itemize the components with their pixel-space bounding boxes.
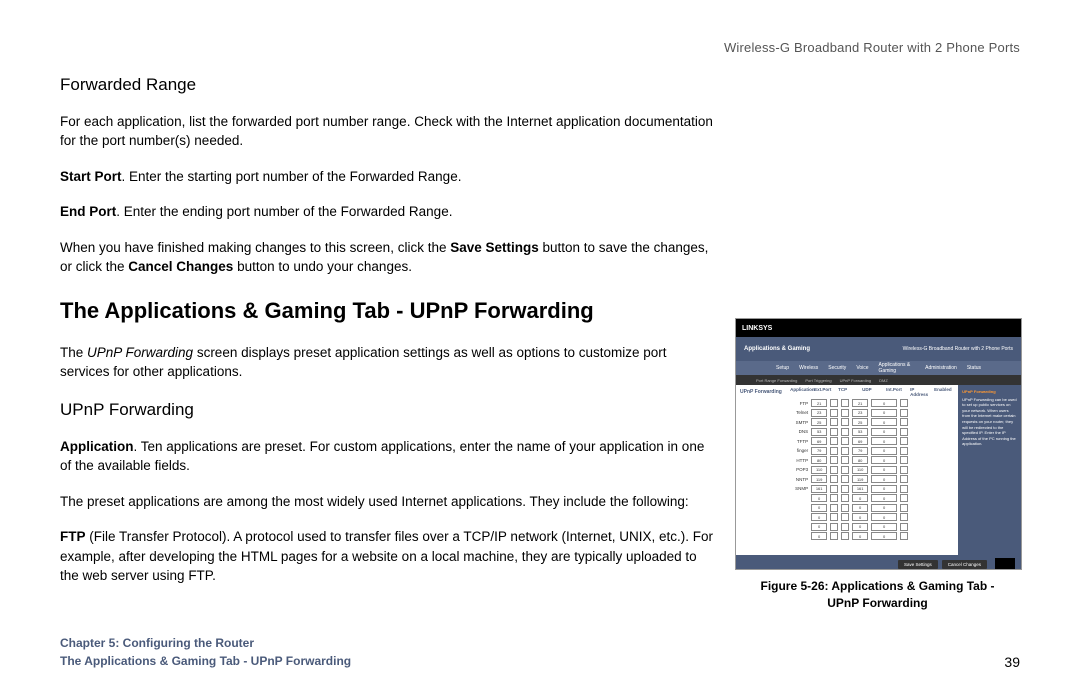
router-brand: LINKSYS [736, 319, 1021, 337]
para-start-port: Start Port. Enter the starting port numb… [60, 167, 715, 187]
para-end-port: End Port. Enter the ending port number o… [60, 202, 715, 222]
router-table-row: FTP21210 [788, 399, 956, 407]
router-leftnav: Applications & Gaming [744, 346, 810, 352]
main-text: Forwarded Range For each application, li… [60, 73, 715, 612]
router-tab: Applications & Gaming [879, 362, 916, 374]
router-tab: Voice [856, 365, 868, 371]
page-number: 39 [1004, 654, 1020, 670]
router-table-row: TFTP69690 [788, 437, 956, 445]
router-subtab: Port Range Forwarding [756, 378, 797, 383]
router-screenshot: LINKSYS Applications & Gaming Wireless-G… [735, 318, 1022, 570]
router-table-row: NNTP1191190 [788, 475, 956, 483]
router-table-row: HTTP80800 [788, 456, 956, 464]
router-table-row: 000 [788, 513, 956, 521]
para-preset: The preset applications are among the mo… [60, 492, 715, 512]
router-tabs: Setup Wireless Security Voice Applications &… [736, 361, 1021, 375]
heading-upnp-forwarding: UPnP Forwarding [60, 398, 715, 423]
figure-caption: Figure 5-26: Applications & Gaming Tab -… [735, 578, 1020, 612]
router-table-row: finger79790 [788, 447, 956, 455]
heading-forwarded-range: Forwarded Range [60, 73, 715, 98]
para-save: When you have finished making changes to… [60, 238, 715, 277]
cisco-logo [995, 558, 1015, 570]
router-subtab: DMZ [879, 378, 888, 383]
router-table-row: 000 [788, 504, 956, 512]
router-table-row: 000 [788, 532, 956, 540]
para-application: Application. Ten applications are preset… [60, 437, 715, 476]
router-tab: Status [967, 365, 981, 371]
para-ftp: FTP (File Transfer Protocol). A protocol… [60, 527, 715, 586]
footer-left: Chapter 5: Configuring the Router The Ap… [60, 634, 351, 670]
footer-section: The Applications & Gaming Tab - UPnP For… [60, 652, 351, 670]
router-product: Wireless-G Broadband Router with 2 Phone… [903, 346, 1013, 352]
router-help-sidebar: UPnP Forwarding UPnP Forwarding can be u… [958, 385, 1021, 555]
router-table-row: Telnet23230 [788, 409, 956, 417]
router-tab: Setup [776, 365, 789, 371]
router-subtabs: Port Range Forwarding Port Triggering UPnP… [736, 375, 1021, 385]
router-panel-label: UPnP Forwarding [736, 385, 786, 555]
heading-upnp-tab: The Applications & Gaming Tab - UPnP For… [60, 295, 715, 327]
router-subtab: Port Triggering [805, 378, 831, 383]
footer-chapter: Chapter 5: Configuring the Router [60, 634, 351, 652]
router-tab: Administration [925, 365, 957, 371]
router-tab: Security [828, 365, 846, 371]
para-forwarded: For each application, list the forwarded… [60, 112, 715, 151]
router-table-row: DNS53530 [788, 428, 956, 436]
router-table: ApplicationExt.PortTCPUDPInt.PortIP Addr… [786, 385, 958, 555]
router-tab: Wireless [799, 365, 818, 371]
router-subtab: UPnP Forwarding [840, 378, 872, 383]
router-table-row: SMTP25250 [788, 418, 956, 426]
router-table-row: 000 [788, 494, 956, 502]
router-table-row: 000 [788, 523, 956, 531]
router-cancel-button: Cancel Changes [942, 560, 987, 569]
router-table-row: POP31101100 [788, 466, 956, 474]
product-header: Wireless-G Broadband Router with 2 Phone… [60, 40, 1020, 55]
router-save-button: Save Settings [898, 560, 938, 569]
router-table-row: SNMP1611610 [788, 485, 956, 493]
para-upnp-intro: The UPnP Forwarding screen displays pres… [60, 343, 715, 382]
figure: LINKSYS Applications & Gaming Wireless-G… [735, 318, 1020, 612]
